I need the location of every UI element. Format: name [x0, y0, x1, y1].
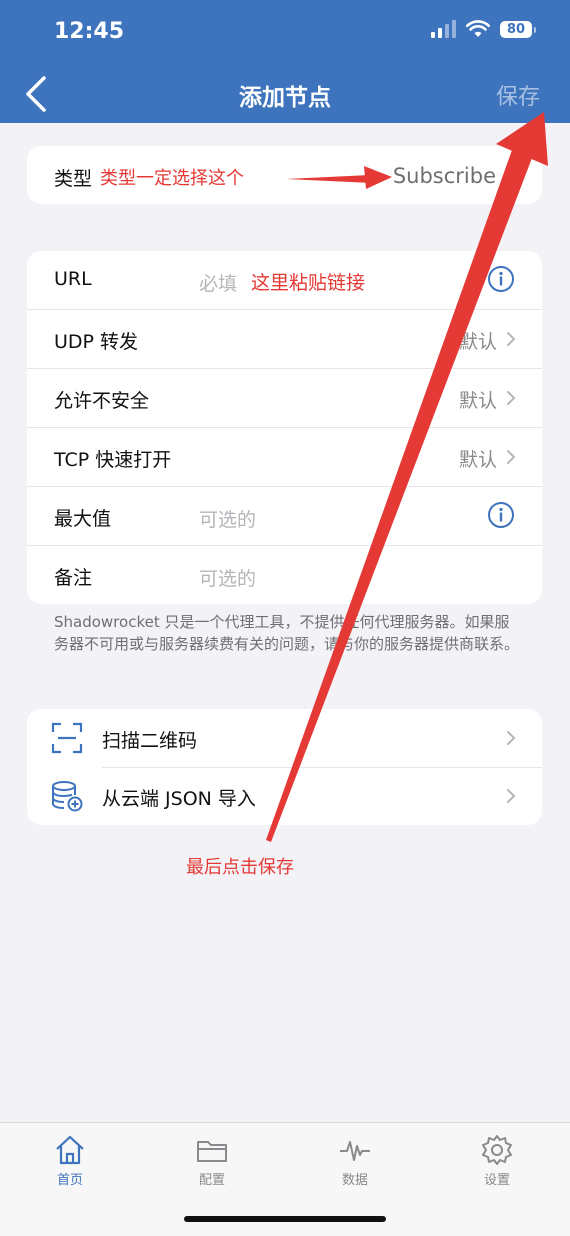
url-annotation: 这里粘贴链接 — [251, 272, 366, 294]
status-time: 12:45 — [54, 19, 125, 44]
import-actions-card: 扫描二维码 从云端 JSON 导入 — [27, 709, 542, 825]
info-icon[interactable] — [487, 265, 515, 293]
tab-config[interactable]: 配置 — [172, 1133, 252, 1188]
max-value-row[interactable]: 最大值 可选的 — [27, 487, 542, 546]
folder-icon — [197, 1141, 227, 1162]
home-indicator — [184, 1216, 386, 1222]
save-button[interactable]: 保存 — [496, 79, 540, 111]
remark-row[interactable]: 备注 可选的 — [27, 546, 542, 604]
import-json-row[interactable]: 从云端 JSON 导入 — [27, 767, 542, 825]
url-label: URL — [54, 268, 92, 290]
url-row[interactable]: URL 必填 这里粘贴链接 — [27, 251, 542, 310]
tab-data-label: 数据 — [341, 1173, 368, 1188]
url-input[interactable]: 必填 — [199, 269, 237, 296]
home-icon — [56, 1135, 84, 1165]
save-hint-annotation: 最后点击保存 — [186, 857, 294, 878]
type-annotation: 类型一定选择这个 — [100, 168, 244, 189]
scan-qr-row[interactable]: 扫描二维码 — [27, 709, 542, 767]
status-indicators: 80 — [431, 20, 536, 38]
cellular-signal-icon — [431, 20, 456, 38]
type-row[interactable]: 类型 类型一定选择这个 Subscribe — [27, 146, 542, 204]
type-value[interactable]: Subscribe — [393, 164, 496, 188]
tcp-fast-open-value: 默认 — [458, 449, 497, 471]
allow-insecure-label: 允许不安全 — [54, 390, 150, 412]
info-icon[interactable] — [487, 501, 515, 529]
database-add-icon — [52, 781, 83, 812]
node-form-card: URL 必填 这里粘贴链接 UDP 转发 默认 允许不安全 默认 TCP 快速打… — [27, 251, 542, 604]
chevron-right-icon — [507, 450, 516, 464]
tab-config-label: 配置 — [198, 1173, 225, 1188]
battery-level: 80 — [506, 21, 526, 37]
chevron-right-icon — [507, 332, 516, 346]
battery-icon: 80 — [500, 20, 536, 38]
disclaimer-text: Shadowrocket 只是一个代理工具，不提供任何代理服务器。如果服务器不可… — [54, 613, 520, 653]
allow-insecure-row[interactable]: 允许不安全 默认 — [27, 369, 542, 428]
qr-scan-icon — [51, 722, 83, 754]
import-json-label: 从云端 JSON 导入 — [102, 788, 256, 810]
udp-forward-label: UDP 转发 — [54, 331, 139, 353]
allow-insecure-value: 默认 — [458, 390, 497, 412]
tab-home[interactable]: 首页 — [30, 1133, 110, 1188]
chevron-right-icon — [507, 391, 516, 405]
scan-qr-label: 扫描二维码 — [102, 730, 198, 752]
navigation-header: 12:45 80 添加节点 保存 — [0, 0, 570, 123]
tab-data[interactable]: 数据 — [315, 1133, 395, 1188]
tab-settings[interactable]: 设置 — [457, 1133, 537, 1188]
max-value-input[interactable]: 可选的 — [199, 505, 256, 532]
pulse-icon — [340, 1141, 370, 1161]
udp-forward-value: 默认 — [458, 331, 497, 353]
remark-label: 备注 — [54, 567, 93, 589]
remark-input[interactable]: 可选的 — [199, 564, 256, 591]
type-label: 类型 — [54, 168, 93, 190]
page-title: 添加节点 — [239, 85, 331, 111]
tcp-fast-open-label: TCP 快速打开 — [54, 449, 172, 471]
type-card: 类型 类型一定选择这个 Subscribe — [27, 146, 542, 204]
tab-home-label: 首页 — [56, 1173, 83, 1188]
wifi-icon — [466, 20, 490, 37]
chevron-right-icon — [507, 789, 516, 803]
tab-settings-label: 设置 — [483, 1173, 510, 1188]
gear-icon — [482, 1135, 512, 1165]
max-value-label: 最大值 — [54, 508, 112, 530]
udp-forward-row[interactable]: UDP 转发 默认 — [27, 310, 542, 369]
tcp-fast-open-row[interactable]: TCP 快速打开 默认 — [27, 428, 542, 487]
chevron-right-icon — [507, 731, 516, 745]
